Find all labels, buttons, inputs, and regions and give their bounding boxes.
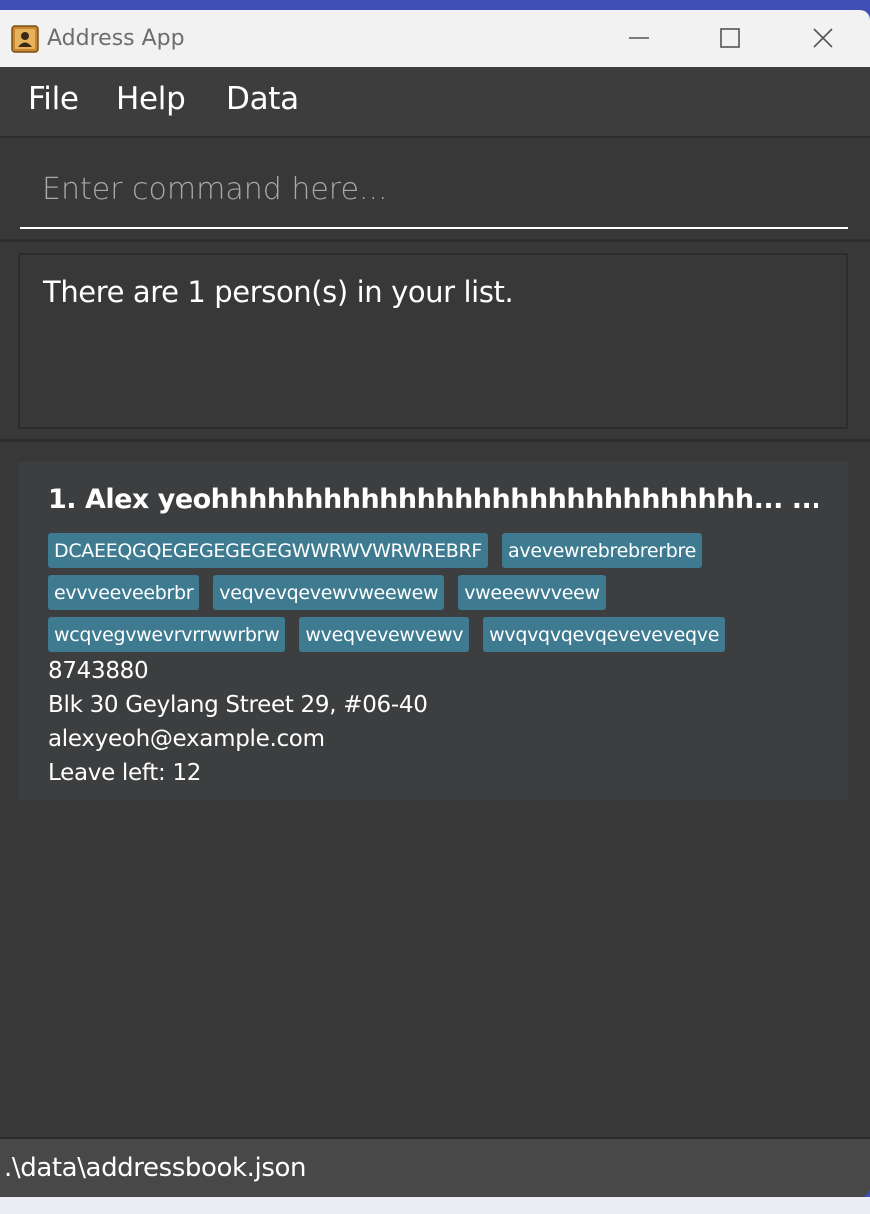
tag-list: DCAEEQGQEGEGEGEGEGWWRWVWRWREBRF avevewre…	[48, 533, 828, 652]
tag: wveqvevewvewv	[299, 617, 470, 652]
maximize-icon	[720, 28, 740, 48]
person-card[interactable]: 1. Alex yeohhhhhhhhhhhhhhhhhhhhhhhhhhhhh…	[18, 462, 848, 800]
minimize-button[interactable]	[619, 20, 659, 56]
save-location: .\data\addressbook.json	[4, 1153, 307, 1183]
menu-help[interactable]: Help	[116, 81, 186, 117]
maximize-button[interactable]	[710, 20, 750, 56]
tag: evvveeveebrbr	[48, 575, 200, 610]
status-bar: .\data\addressbook.json	[0, 1137, 870, 1197]
tag: vweeewvveew	[458, 575, 606, 610]
command-box	[0, 140, 870, 242]
result-display[interactable]: There are 1 person(s) in your list.	[18, 253, 848, 429]
person-email: alexyeoh@example.com	[48, 726, 325, 752]
close-icon	[813, 28, 833, 48]
person-list[interactable]: 1. Alex yeohhhhhhhhhhhhhhhhhhhhhhhhhhhhh…	[0, 442, 870, 1139]
menu-bar: File Help Data	[0, 67, 870, 138]
person-name: 1. Alex yeohhhhhhhhhhhhhhhhhhhhhhhhhhhhh…	[48, 484, 818, 515]
tag: avevewrebrebrerbre	[502, 533, 703, 568]
tag: DCAEEQGQEGEGEGEGEGWWRWVWRWREBRF	[48, 533, 489, 568]
minimize-icon	[629, 37, 649, 39]
tag: wvqvqvqevqeveveveqve	[483, 617, 726, 652]
menu-data[interactable]: Data	[226, 81, 299, 117]
result-message: There are 1 person(s) in your list.	[43, 275, 514, 309]
desktop-edge	[0, 1197, 870, 1214]
person-phone: 8743880	[48, 658, 149, 684]
app-window: Address App File Help Data There are 1 p…	[0, 10, 870, 1197]
window-title: Address App	[47, 26, 185, 51]
command-input[interactable]	[20, 160, 848, 229]
person-leave: Leave left: 12	[48, 760, 202, 786]
address-book-icon	[11, 25, 39, 53]
close-button[interactable]	[803, 20, 843, 56]
tag: wcqvegvwevrvrrwwrbrw	[48, 617, 286, 652]
title-bar[interactable]: Address App	[0, 10, 870, 67]
person-address: Blk 30 Geylang Street 29, #06-40	[48, 692, 428, 718]
menu-file[interactable]: File	[28, 81, 79, 117]
tag: veqvevqevewvweewew	[213, 575, 445, 610]
